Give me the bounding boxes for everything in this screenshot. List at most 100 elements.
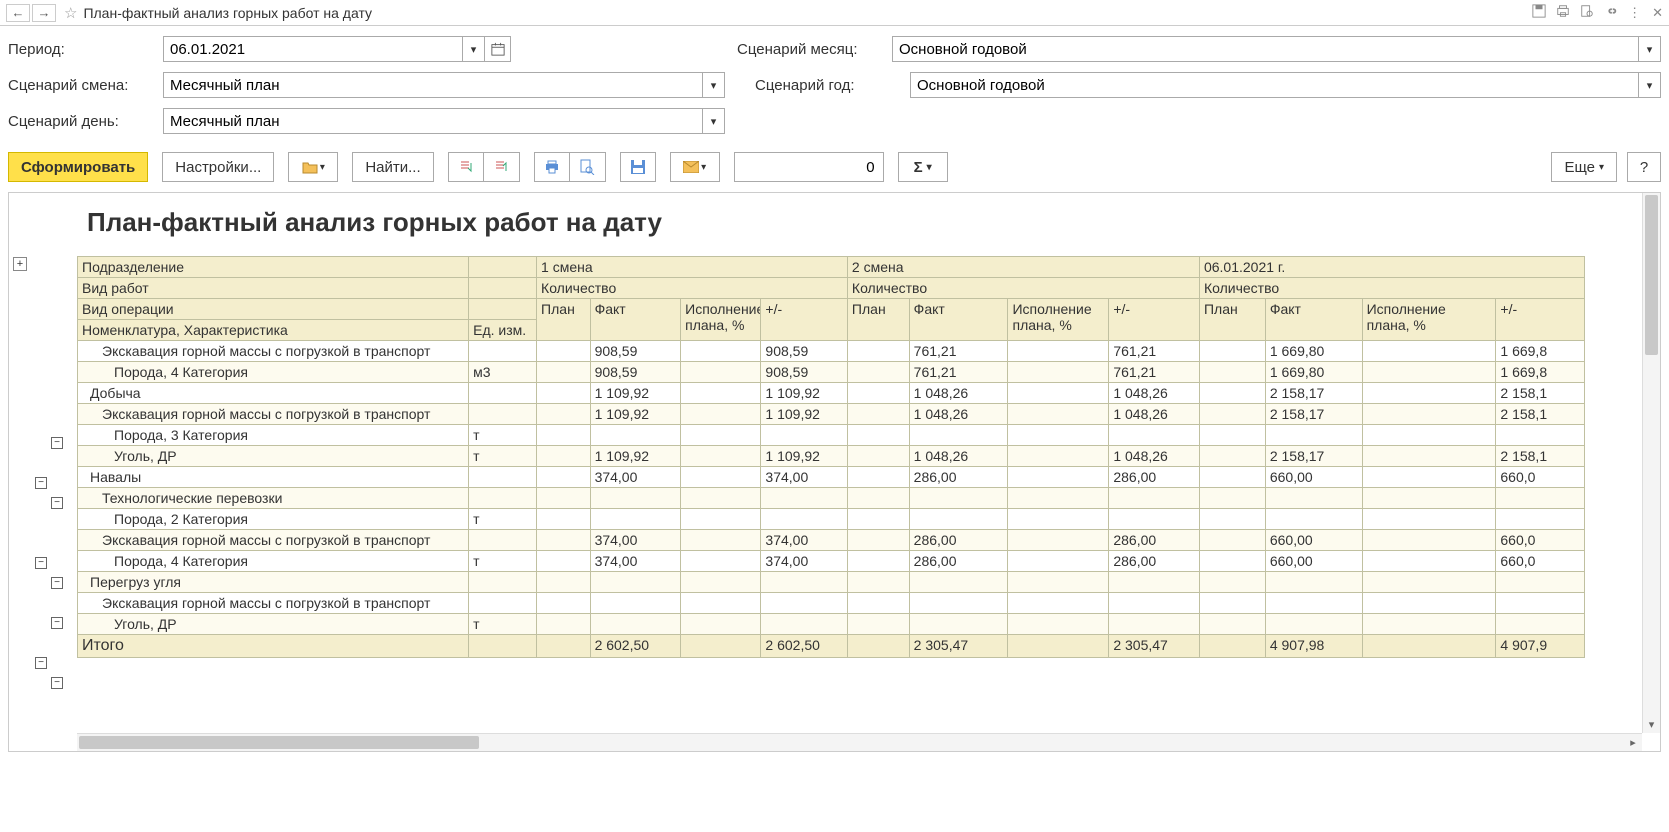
nav-forward-button[interactable]: →: [32, 4, 56, 22]
preview-icon[interactable]: [1580, 4, 1594, 21]
table-cell: [1008, 551, 1109, 572]
table-row[interactable]: Добыча1 109,921 109,921 048,261 048,262 …: [78, 383, 1585, 404]
settings-button[interactable]: Настройки...: [162, 152, 274, 182]
report-heading: План-фактный анализ горных работ на дату: [77, 193, 1660, 256]
tree-node[interactable]: −: [51, 677, 63, 689]
table-row[interactable]: Порода, 4 Категорият374,00374,00286,0028…: [78, 551, 1585, 572]
table-cell: 1 048,26: [1109, 446, 1200, 467]
table-cell: [1496, 488, 1585, 509]
table-row[interactable]: Порода, 2 Категорият: [78, 509, 1585, 530]
hdr-exec: Исполнение плана, %: [681, 299, 761, 341]
horizontal-scrollbar[interactable]: ◂ ▸: [77, 733, 1642, 751]
table-cell: [1008, 593, 1109, 614]
save-report-button[interactable]: [620, 152, 656, 182]
sum-field[interactable]: [734, 152, 884, 182]
total-s2-fact: 2 305,47: [909, 635, 1008, 658]
table-cell: [681, 509, 761, 530]
period-input[interactable]: [163, 36, 463, 62]
table-cell: 286,00: [1109, 530, 1200, 551]
tree-node[interactable]: −: [35, 477, 47, 489]
period-calendar-button[interactable]: [485, 36, 511, 62]
table-row[interactable]: Экскавация горной массы с погрузкой в тр…: [78, 341, 1585, 362]
table-row[interactable]: Технологические перевозки: [78, 488, 1585, 509]
table-cell: [537, 404, 591, 425]
total-label: Итого: [78, 635, 469, 658]
table-cell: [469, 593, 537, 614]
print-icon[interactable]: [1556, 4, 1570, 21]
table-row[interactable]: Уголь, ДРт1 109,921 109,921 048,261 048,…: [78, 446, 1585, 467]
save-icon[interactable]: [1532, 4, 1546, 21]
close-icon[interactable]: ✕: [1652, 5, 1663, 21]
table-cell: [1265, 593, 1362, 614]
table-row[interactable]: Порода, 4 Категориям3908,59908,59761,217…: [78, 362, 1585, 383]
scroll-right-icon[interactable]: ▸: [1624, 734, 1642, 751]
tree-node[interactable]: −: [51, 617, 63, 629]
print-button[interactable]: [534, 152, 570, 182]
table-cell: 374,00: [590, 551, 681, 572]
sigma-button[interactable]: Σ ▾: [898, 152, 948, 182]
variants-button[interactable]: ▾: [288, 152, 338, 182]
report-table: Подразделение 1 смена 2 смена 06.01.2021…: [77, 256, 1585, 658]
table-cell: [469, 530, 537, 551]
tree-node[interactable]: −: [51, 437, 63, 449]
scen-shift-dropdown-button[interactable]: ▾: [703, 72, 725, 98]
table-cell: 761,21: [909, 362, 1008, 383]
send-email-button[interactable]: ▾: [670, 152, 720, 182]
table-cell: Уголь, ДР: [78, 614, 469, 635]
table-cell: 908,59: [590, 341, 681, 362]
table-cell: Порода, 2 Категория: [78, 509, 469, 530]
table-cell: [847, 530, 909, 551]
table-row[interactable]: Перегруз угля: [78, 572, 1585, 593]
vertical-scrollbar[interactable]: ▴ ▾: [1642, 193, 1660, 733]
generate-button[interactable]: Сформировать: [8, 152, 148, 182]
table-cell: [761, 509, 848, 530]
table-cell: [537, 551, 591, 572]
table-cell: [1362, 404, 1496, 425]
table-cell: [537, 467, 591, 488]
collapse-all-button[interactable]: [484, 152, 520, 182]
print-preview-button[interactable]: [570, 152, 606, 182]
table-row[interactable]: Навалы374,00374,00286,00286,00660,00660,…: [78, 467, 1585, 488]
nav-back-button[interactable]: ←: [6, 4, 30, 22]
scen-day-input[interactable]: [163, 108, 703, 134]
scen-day-dropdown-button[interactable]: ▾: [703, 108, 725, 134]
tree-node[interactable]: −: [51, 577, 63, 589]
table-row[interactable]: Экскавация горной массы с погрузкой в тр…: [78, 593, 1585, 614]
tree-node[interactable]: −: [35, 657, 47, 669]
table-cell: [847, 446, 909, 467]
scen-month-input[interactable]: [892, 36, 1639, 62]
total-s1-pm: 2 602,50: [761, 635, 848, 658]
tree-node[interactable]: −: [35, 557, 47, 569]
table-cell: [537, 362, 591, 383]
table-cell: [761, 614, 848, 635]
scroll-down-icon[interactable]: ▾: [1643, 715, 1660, 733]
table-cell: [1199, 467, 1265, 488]
table-cell: [761, 572, 848, 593]
table-row[interactable]: Уголь, ДРт: [78, 614, 1585, 635]
more-button[interactable]: Еще ▾: [1551, 152, 1617, 182]
scen-month-dropdown-button[interactable]: ▾: [1639, 36, 1661, 62]
table-cell: [847, 551, 909, 572]
table-row[interactable]: Экскавация горной массы с погрузкой в тр…: [78, 530, 1585, 551]
scen-year-input[interactable]: [910, 72, 1639, 98]
table-row[interactable]: Экскавация горной массы с погрузкой в тр…: [78, 404, 1585, 425]
more-icon[interactable]: ⋮: [1628, 5, 1642, 21]
table-cell: 374,00: [761, 530, 848, 551]
table-cell: [761, 488, 848, 509]
link-icon[interactable]: [1604, 4, 1618, 21]
period-dropdown-button[interactable]: ▾: [463, 36, 485, 62]
table-cell: Добыча: [78, 383, 469, 404]
favorite-star-icon[interactable]: ☆: [64, 4, 77, 22]
expand-all-button[interactable]: [448, 152, 484, 182]
table-cell: [847, 425, 909, 446]
scroll-thumb-h[interactable]: [79, 736, 479, 749]
tree-node[interactable]: −: [51, 497, 63, 509]
table-row[interactable]: Порода, 3 Категорият: [78, 425, 1585, 446]
table-cell: [537, 593, 591, 614]
total-d-pm: 4 907,9: [1496, 635, 1585, 658]
scen-shift-input[interactable]: [163, 72, 703, 98]
find-button[interactable]: Найти...: [352, 152, 433, 182]
scroll-thumb-v[interactable]: [1645, 195, 1658, 355]
help-button[interactable]: ?: [1627, 152, 1661, 182]
scen-year-dropdown-button[interactable]: ▾: [1639, 72, 1661, 98]
